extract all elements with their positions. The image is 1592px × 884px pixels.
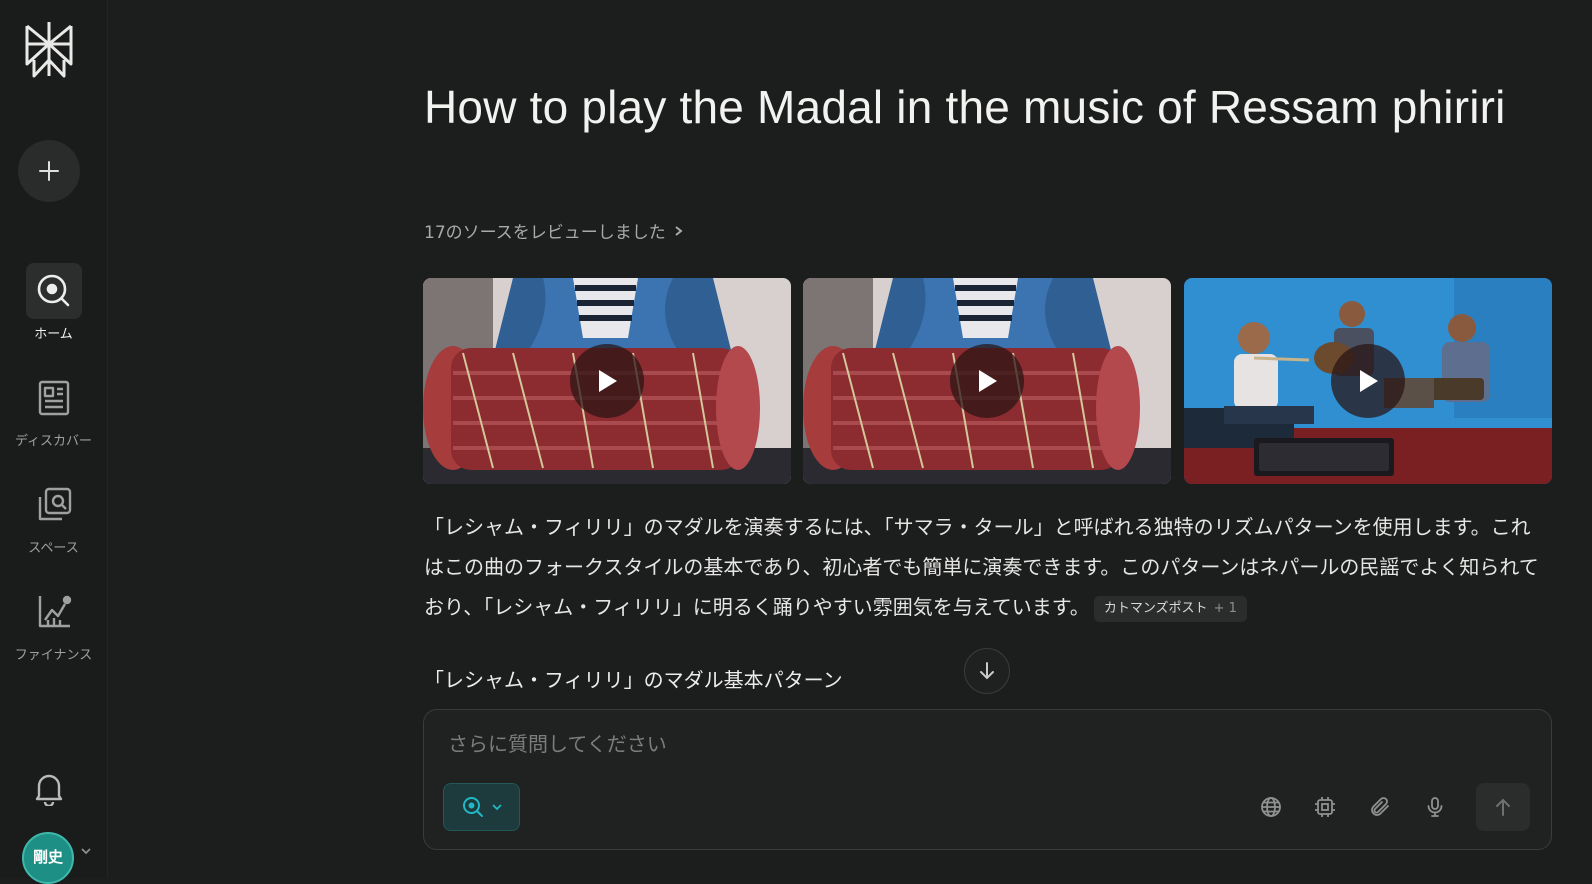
new-thread-button[interactable] [18, 140, 80, 202]
chart-icon [26, 584, 82, 640]
newspaper-icon [26, 370, 82, 426]
voice-button[interactable] [1420, 792, 1450, 822]
scroll-down-button[interactable] [964, 648, 1010, 694]
sources-link[interactable]: 17のソースをレビューしました [424, 218, 684, 243]
video-thumbnail[interactable] [803, 278, 1171, 484]
play-icon [1360, 370, 1378, 392]
sidebar-item-discover[interactable]: ディスカバー [0, 370, 107, 449]
citation-source: カトマンズポスト [1103, 600, 1208, 616]
play-button[interactable] [570, 344, 644, 418]
plus-icon [39, 161, 59, 181]
answer-text: 「レシャム・フィリリ」のマダルを演奏するには、「サマラ・タール」と呼ばれる独特の… [424, 515, 1539, 619]
globe-button[interactable] [1256, 792, 1286, 822]
model-button[interactable] [1310, 792, 1340, 822]
spaces-icon [26, 477, 82, 533]
sidebar-item-finance[interactable]: ファイナンス [0, 584, 107, 663]
notifications-bell-icon[interactable] [33, 772, 65, 806]
sidebar-item-label: ファイナンス [14, 648, 93, 663]
chevron-down-icon [491, 804, 502, 811]
search-icon [25, 263, 82, 319]
video-thumbnail[interactable] [423, 278, 791, 484]
paperclip-icon [1371, 797, 1389, 816]
play-button[interactable] [950, 344, 1024, 418]
sidebar-item-label: ディスカバー [14, 434, 93, 449]
perplexity-logo-icon[interactable] [22, 20, 76, 78]
page-title: How to play the Madal in the music of Re… [424, 81, 1506, 133]
video-thumbnail[interactable] [1184, 278, 1552, 484]
microphone-icon [1427, 797, 1443, 817]
sidebar-item-spaces[interactable]: スペース [0, 477, 107, 556]
search-mode-selector[interactable] [443, 783, 520, 831]
sidebar-item-home[interactable]: ホーム [0, 263, 107, 342]
sidebar-item-label: スペース [28, 541, 79, 556]
submit-button[interactable] [1476, 783, 1530, 831]
sources-label: 17のソースをレビューしました [424, 223, 666, 243]
follow-up-input[interactable] [446, 728, 1230, 760]
chevron-right-icon [675, 225, 683, 236]
arrow-down-icon [980, 662, 994, 680]
globe-icon [1261, 797, 1281, 817]
search-icon [462, 797, 483, 817]
attach-button[interactable] [1365, 792, 1395, 822]
play-button[interactable] [1331, 344, 1405, 418]
composer [423, 709, 1552, 850]
citation-badge[interactable]: カトマンズポスト + 1 [1093, 595, 1247, 622]
section-heading: 「レシャム・フィリリ」のマダル基本パターン [424, 668, 843, 692]
answer-paragraph: 「レシャム・フィリリ」のマダルを演奏するには、「サマラ・タール」と呼ばれる独特の… [424, 507, 1544, 627]
chevron-down-icon[interactable] [80, 846, 92, 856]
chip-icon [1315, 797, 1335, 817]
play-icon [979, 370, 997, 392]
sidebar-item-label: ホーム [34, 327, 73, 342]
arrow-up-icon [1496, 798, 1510, 816]
citation-more-count: + 1 [1213, 600, 1237, 616]
play-icon [599, 370, 617, 392]
sidebar: ホーム ディスカバー スペース ファイナンス 剛史 [0, 0, 108, 884]
avatar[interactable]: 剛史 [22, 832, 74, 884]
avatar-initials: 剛史 [32, 848, 63, 866]
